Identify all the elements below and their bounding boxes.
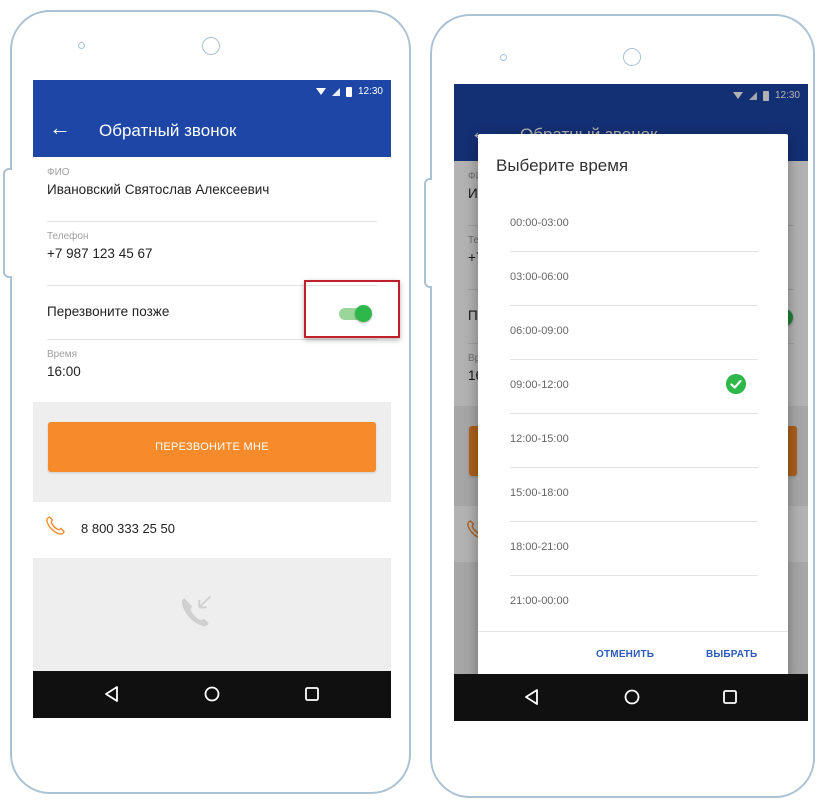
dialog-title: Выберите время xyxy=(496,156,629,175)
time-option-label: 03:00-06:00 xyxy=(510,271,569,283)
sensor-icon xyxy=(202,37,220,55)
arrow-left-icon[interactable]: ← xyxy=(49,117,71,139)
hotline-number: 8 800 333 25 50 xyxy=(81,521,175,536)
status-bar: 12:30 xyxy=(33,80,391,105)
screen-callback-form: 12:30 ← Обратный звонок ФИО Ивановский С… xyxy=(33,80,391,718)
system-nav-bar xyxy=(454,674,808,721)
time-field-value: 16:00 xyxy=(47,364,81,379)
time-option-label: 06:00-09:00 xyxy=(510,325,569,337)
status-time: 12:30 xyxy=(357,86,383,97)
phone-field-value: +7 987 123 45 67 xyxy=(47,246,153,261)
name-field-label: ФИО xyxy=(47,167,70,178)
app-bar: ← Обратный звонок xyxy=(33,105,391,157)
toggle-highlight-frame xyxy=(304,280,400,338)
time-option-label: 21:00-00:00 xyxy=(510,595,569,607)
circle-home-icon[interactable] xyxy=(202,684,222,704)
hotline-row[interactable]: 8 800 333 25 50 xyxy=(33,502,391,558)
time-field[interactable]: Время 16:00 xyxy=(47,349,377,399)
screen-time-picker: 12:30 ← Обратный звонок ФИО Ивановский С… xyxy=(454,84,808,721)
sensor-icon xyxy=(623,48,641,66)
camera-icon xyxy=(78,42,85,49)
circle-home-icon[interactable] xyxy=(622,687,642,707)
time-option-label: 18:00-21:00 xyxy=(510,541,569,553)
time-option[interactable]: 12:00-15:00 xyxy=(510,414,758,468)
time-option[interactable]: 18:00-21:00 xyxy=(510,522,758,576)
time-option-label: 00:00-03:00 xyxy=(510,217,569,229)
check-circle-icon xyxy=(726,374,746,394)
page-title: Обратный звонок xyxy=(99,121,237,140)
square-recent-icon[interactable] xyxy=(302,684,322,704)
time-option[interactable]: 21:00-00:00 xyxy=(510,576,758,630)
incoming-call-icon xyxy=(181,595,212,627)
time-option[interactable]: 03:00-06:00 xyxy=(510,252,758,306)
time-option-label: 09:00-12:00 xyxy=(510,379,569,391)
side-button-right xyxy=(424,178,432,288)
time-option-label: 15:00-18:00 xyxy=(510,487,569,499)
dialog-actions: ОТМЕНИТЬ ВЫБРАТЬ xyxy=(478,631,788,679)
call-me-button[interactable]: ПЕРЕЗВОНИТЕ МНЕ xyxy=(48,422,376,472)
triangle-back-icon[interactable] xyxy=(102,684,122,704)
time-option[interactable]: 06:00-09:00 xyxy=(510,306,758,360)
name-field-value: Ивановский Святослав Алексеевич xyxy=(47,182,270,197)
time-field-label: Время xyxy=(47,349,78,360)
phone-field-label: Телефон xyxy=(47,231,89,242)
name-field[interactable]: ФИО Ивановский Святослав Алексеевич xyxy=(47,167,377,222)
signal-icon xyxy=(331,87,340,96)
system-nav-bar xyxy=(33,671,391,718)
time-option[interactable]: 15:00-18:00 xyxy=(510,468,758,522)
time-option-selected[interactable]: 09:00-12:00 xyxy=(510,360,758,414)
time-option-label: 12:00-15:00 xyxy=(510,433,569,445)
wifi-icon xyxy=(315,88,326,95)
side-button-left xyxy=(3,168,12,278)
camera-icon xyxy=(500,54,507,61)
square-recent-icon[interactable] xyxy=(720,687,740,707)
cancel-button[interactable]: ОТМЕНИТЬ xyxy=(596,649,654,660)
triangle-back-icon[interactable] xyxy=(522,687,542,707)
time-option[interactable]: 00:00-03:00 xyxy=(510,198,758,252)
select-button[interactable]: ВЫБРАТЬ xyxy=(706,649,757,660)
phone-icon xyxy=(46,516,65,535)
phone-field[interactable]: Телефон +7 987 123 45 67 xyxy=(47,231,377,286)
time-picker-dialog: Выберите время 00:00-03:00 03:00-06:00 0… xyxy=(478,134,788,679)
battery-icon xyxy=(345,86,352,97)
